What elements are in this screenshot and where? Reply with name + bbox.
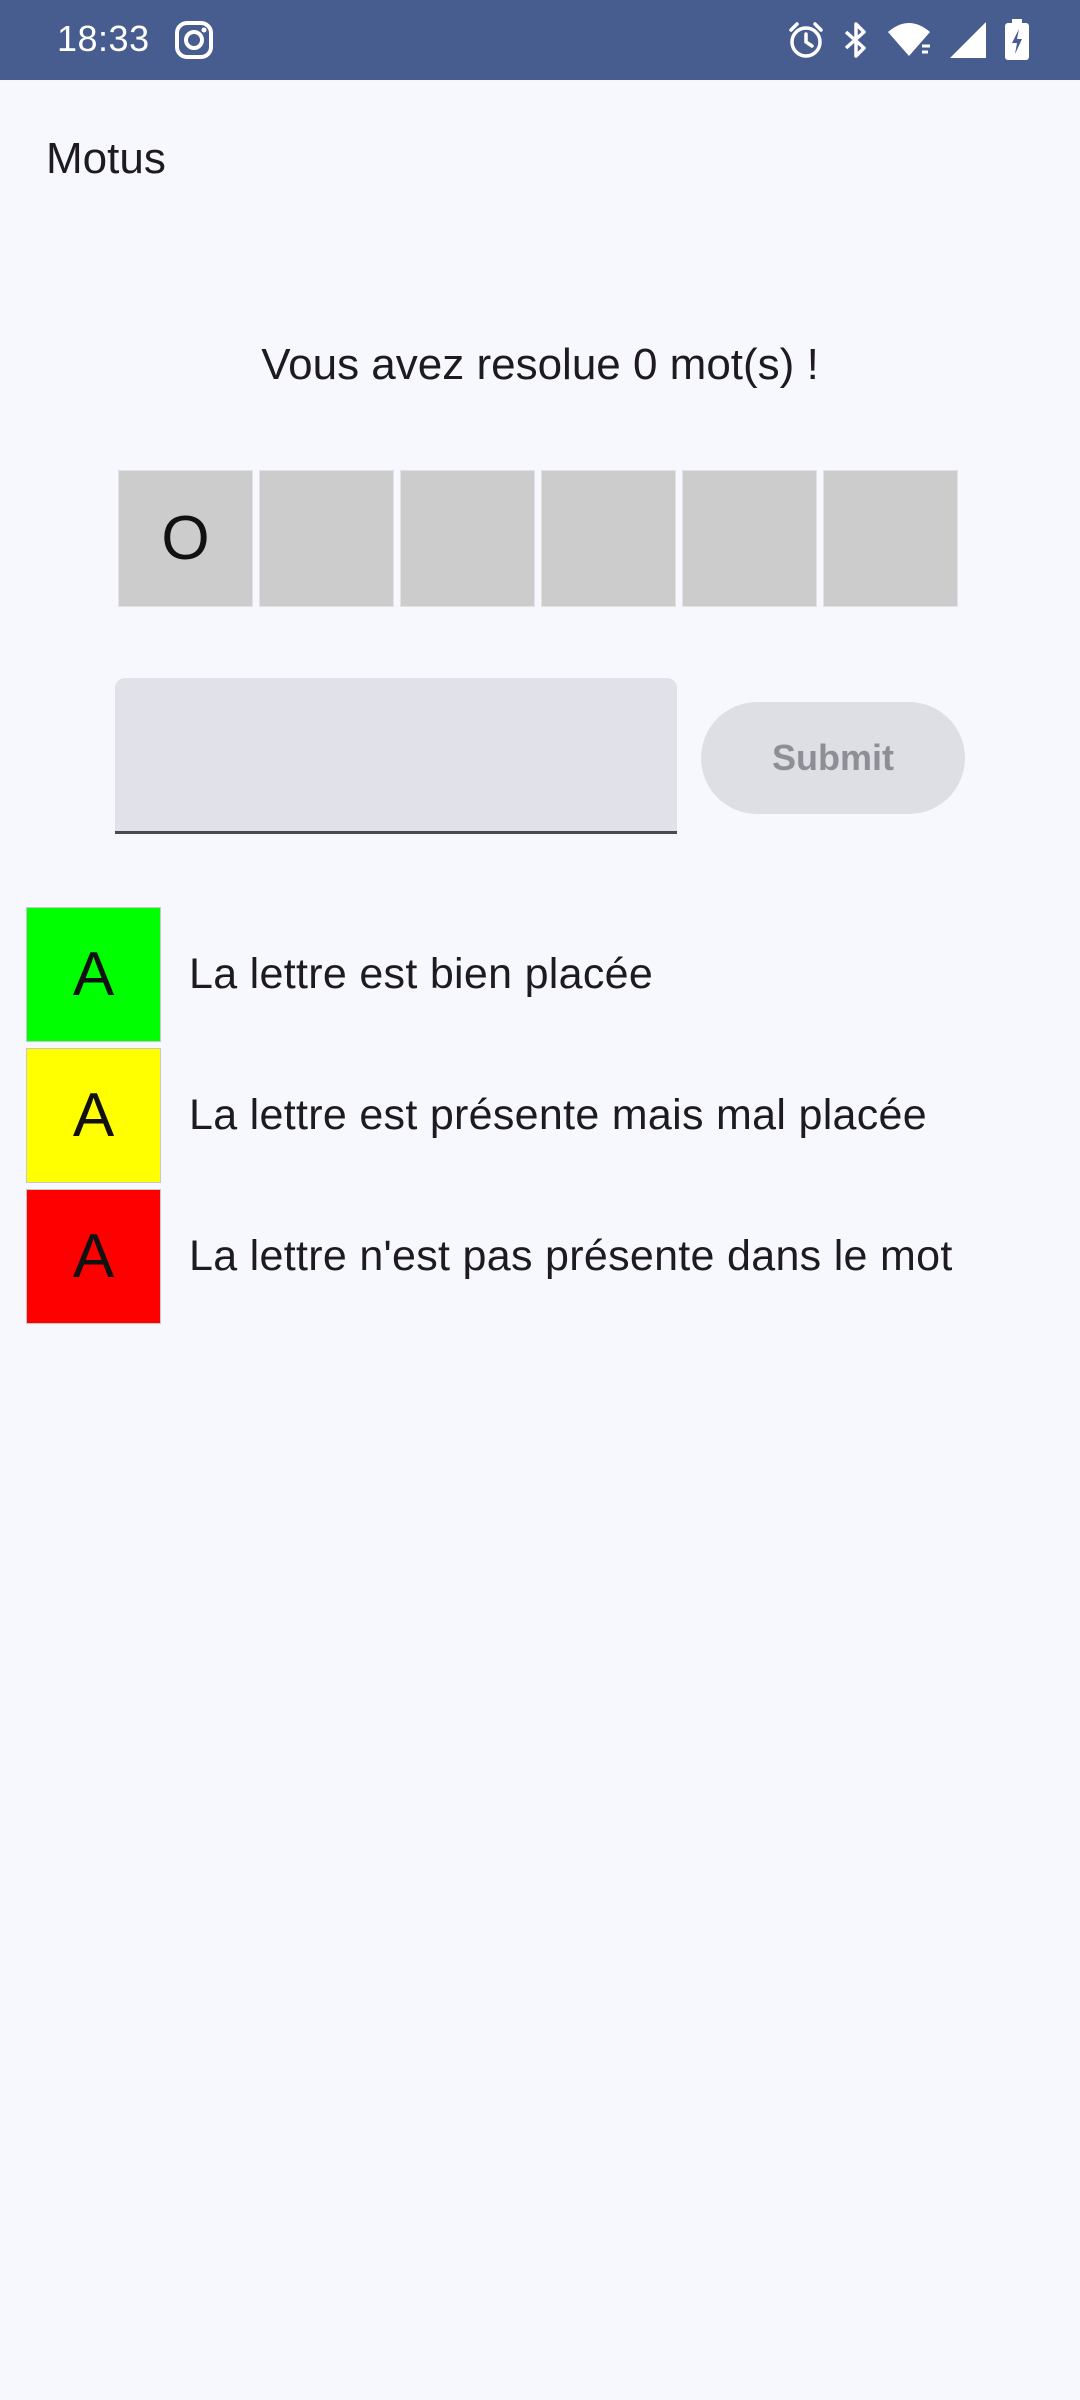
signal-icon bbox=[948, 20, 988, 60]
score-text: Vous avez resolue 0 mot(s) ! bbox=[261, 340, 819, 389]
battery-charging-icon bbox=[1004, 19, 1030, 61]
instagram-icon bbox=[174, 20, 214, 60]
legend-swatch-green: A bbox=[26, 907, 161, 1042]
letter-cell bbox=[400, 470, 535, 607]
app-title: Motus bbox=[46, 134, 166, 183]
letter-grid: O bbox=[118, 470, 958, 607]
submit-button[interactable]: Submit bbox=[701, 702, 965, 814]
legend: A La lettre est bien placée A La lettre … bbox=[26, 907, 953, 1324]
letter-cell bbox=[682, 470, 817, 607]
legend-label: La lettre est présente mais mal placée bbox=[189, 1091, 927, 1139]
letter-cell bbox=[823, 470, 958, 607]
alarm-icon bbox=[786, 20, 826, 60]
letter-cell bbox=[541, 470, 676, 607]
legend-label: La lettre n'est pas présente dans le mot bbox=[189, 1232, 953, 1280]
bluetooth-icon bbox=[842, 20, 870, 60]
letter-cell bbox=[259, 470, 394, 607]
wifi-icon bbox=[886, 20, 932, 60]
legend-label: La lettre est bien placée bbox=[189, 950, 654, 998]
legend-item-misplaced: A La lettre est présente mais mal placée bbox=[26, 1048, 953, 1183]
letter-cell: O bbox=[118, 470, 253, 607]
legend-swatch-red: A bbox=[26, 1189, 161, 1324]
status-icons bbox=[786, 18, 1030, 62]
legend-item-well-placed: A La lettre est bien placée bbox=[26, 907, 953, 1042]
guess-input[interactable] bbox=[115, 678, 677, 834]
status-bar: 18:33 bbox=[0, 0, 1080, 80]
status-time: 18:33 bbox=[57, 18, 150, 59]
legend-item-absent: A La lettre n'est pas présente dans le m… bbox=[26, 1189, 953, 1324]
legend-swatch-yellow: A bbox=[26, 1048, 161, 1183]
